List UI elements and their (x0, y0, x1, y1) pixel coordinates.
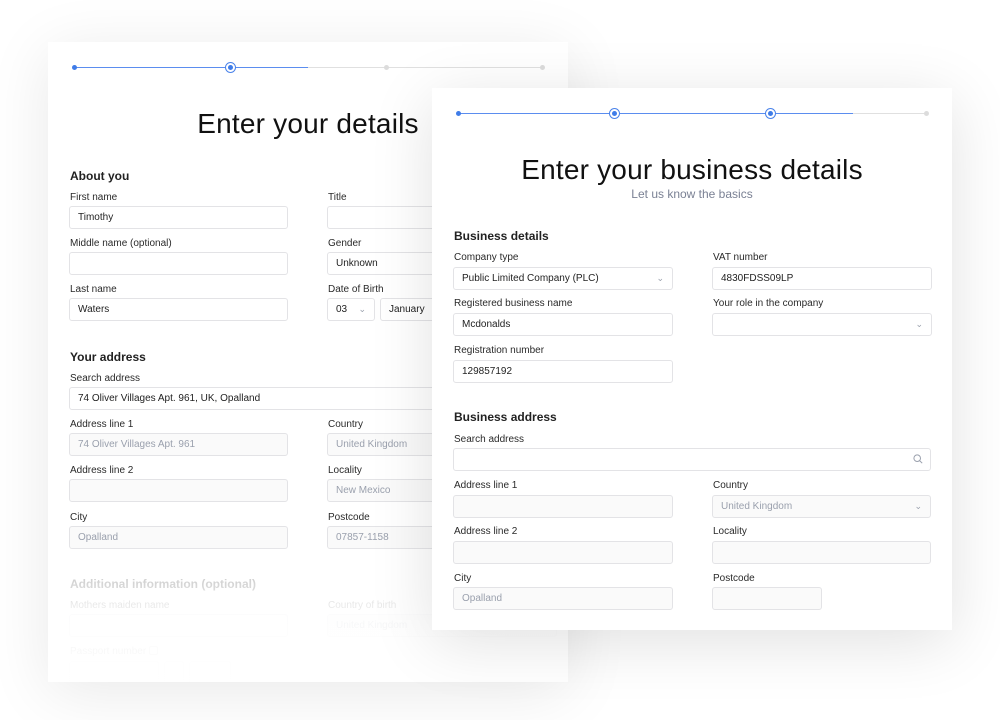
registered-name-label: Registered business name (454, 298, 573, 309)
city-label: City (70, 512, 88, 523)
middle-name-input[interactable] (69, 252, 288, 275)
chevron-down-icon: ⌄ (915, 319, 923, 329)
dob-label: Date of Birth (328, 284, 384, 295)
last-name-input[interactable]: Waters (69, 298, 288, 321)
step-3[interactable] (764, 108, 776, 119)
registered-name-input[interactable]: Mcdonalds (453, 313, 673, 336)
step-1[interactable] (456, 111, 461, 116)
city-input[interactable]: Opalland (69, 526, 288, 549)
country-select[interactable]: United Kingdom ⌄ (712, 495, 931, 518)
section-your-address: Your address (70, 350, 146, 364)
role-label: Your role in the company (713, 298, 824, 309)
section-about-you: About you (70, 169, 130, 183)
locality-label: Locality (713, 526, 747, 537)
stepper-progress (74, 67, 308, 68)
address-line1-input[interactable] (453, 495, 673, 518)
search-address-label: Search address (454, 434, 525, 445)
maiden-name-input[interactable] (69, 614, 288, 637)
vat-label: VAT number (713, 252, 768, 263)
postcode-label: Postcode (713, 573, 755, 584)
country-of-birth-label: Country of birth (328, 600, 397, 611)
business-details-card: Enter your business details Let us know … (432, 88, 952, 630)
last-name-label: Last name (70, 284, 117, 295)
info-icon[interactable] (149, 646, 159, 655)
city-input[interactable]: Opalland (453, 587, 673, 610)
progress-stepper (456, 108, 929, 119)
chevron-down-icon: ⌄ (914, 501, 922, 511)
step-2[interactable] (224, 62, 236, 73)
progress-stepper (72, 62, 545, 73)
role-select[interactable]: ⌄ (712, 313, 932, 336)
passport-segment-3[interactable] (189, 661, 231, 682)
chevron-down-icon: ⌄ (358, 304, 366, 314)
reg-number-input[interactable]: 129857192 (453, 360, 673, 383)
middle-name-label: Middle name (optional) (70, 238, 172, 249)
step-2[interactable] (608, 108, 620, 119)
section-business-details: Business details (454, 229, 549, 243)
company-type-label: Company type (454, 252, 519, 263)
step-4[interactable] (924, 111, 929, 116)
search-icon[interactable] (913, 454, 923, 464)
address-line1-input[interactable]: 74 Oliver Villages Apt. 961 (69, 433, 288, 456)
search-address-input[interactable] (453, 448, 931, 471)
country-label: Country (328, 419, 364, 430)
section-additional-info: Additional information (optional) (70, 577, 256, 591)
locality-label: Locality (328, 465, 362, 476)
postcode-input[interactable] (712, 587, 822, 610)
title-label: Title (328, 192, 347, 203)
stepper-progress (458, 113, 854, 114)
address-line1-label: Address line 1 (454, 480, 518, 491)
step-4[interactable] (540, 65, 545, 70)
passport-label-text: Passport number (70, 646, 147, 657)
dob-day-select[interactable]: 03 ⌄ (327, 298, 375, 321)
city-label: City (454, 573, 472, 584)
locality-input[interactable] (712, 541, 931, 564)
address-line2-label: Address line 2 (454, 526, 518, 537)
first-name-label: First name (70, 192, 118, 203)
postcode-label: Postcode (328, 512, 370, 523)
gender-label: Gender (328, 238, 362, 249)
dob-day-value: 03 (336, 304, 348, 315)
search-address-label: Search address (70, 373, 141, 384)
passport-segment-2[interactable] (164, 661, 184, 682)
country-value: United Kingdom (721, 501, 793, 512)
company-type-value: Public Limited Company (PLC) (462, 273, 599, 284)
reg-number-label: Registration number (454, 345, 545, 356)
vat-input[interactable]: 4830FDSS09LP (712, 267, 932, 290)
page-subtitle: Let us know the basics (631, 187, 753, 201)
chevron-down-icon: ⌄ (656, 273, 664, 283)
company-type-select[interactable]: Public Limited Company (PLC) ⌄ (453, 267, 673, 290)
passport-label: Passport number (70, 646, 159, 657)
address-line2-label: Address line 2 (70, 465, 134, 476)
first-name-input[interactable]: Timothy (69, 206, 288, 229)
address-line1-label: Address line 1 (70, 419, 134, 430)
step-1[interactable] (72, 65, 77, 70)
page-title: Enter your business details (521, 154, 863, 185)
address-line2-input[interactable] (69, 479, 288, 502)
passport-segment-1[interactable] (69, 661, 159, 682)
maiden-name-label: Mothers maiden name (70, 600, 170, 611)
country-label: Country (713, 480, 749, 491)
address-line2-input[interactable] (453, 541, 673, 564)
step-3[interactable] (383, 65, 389, 70)
section-business-address: Business address (454, 410, 557, 424)
